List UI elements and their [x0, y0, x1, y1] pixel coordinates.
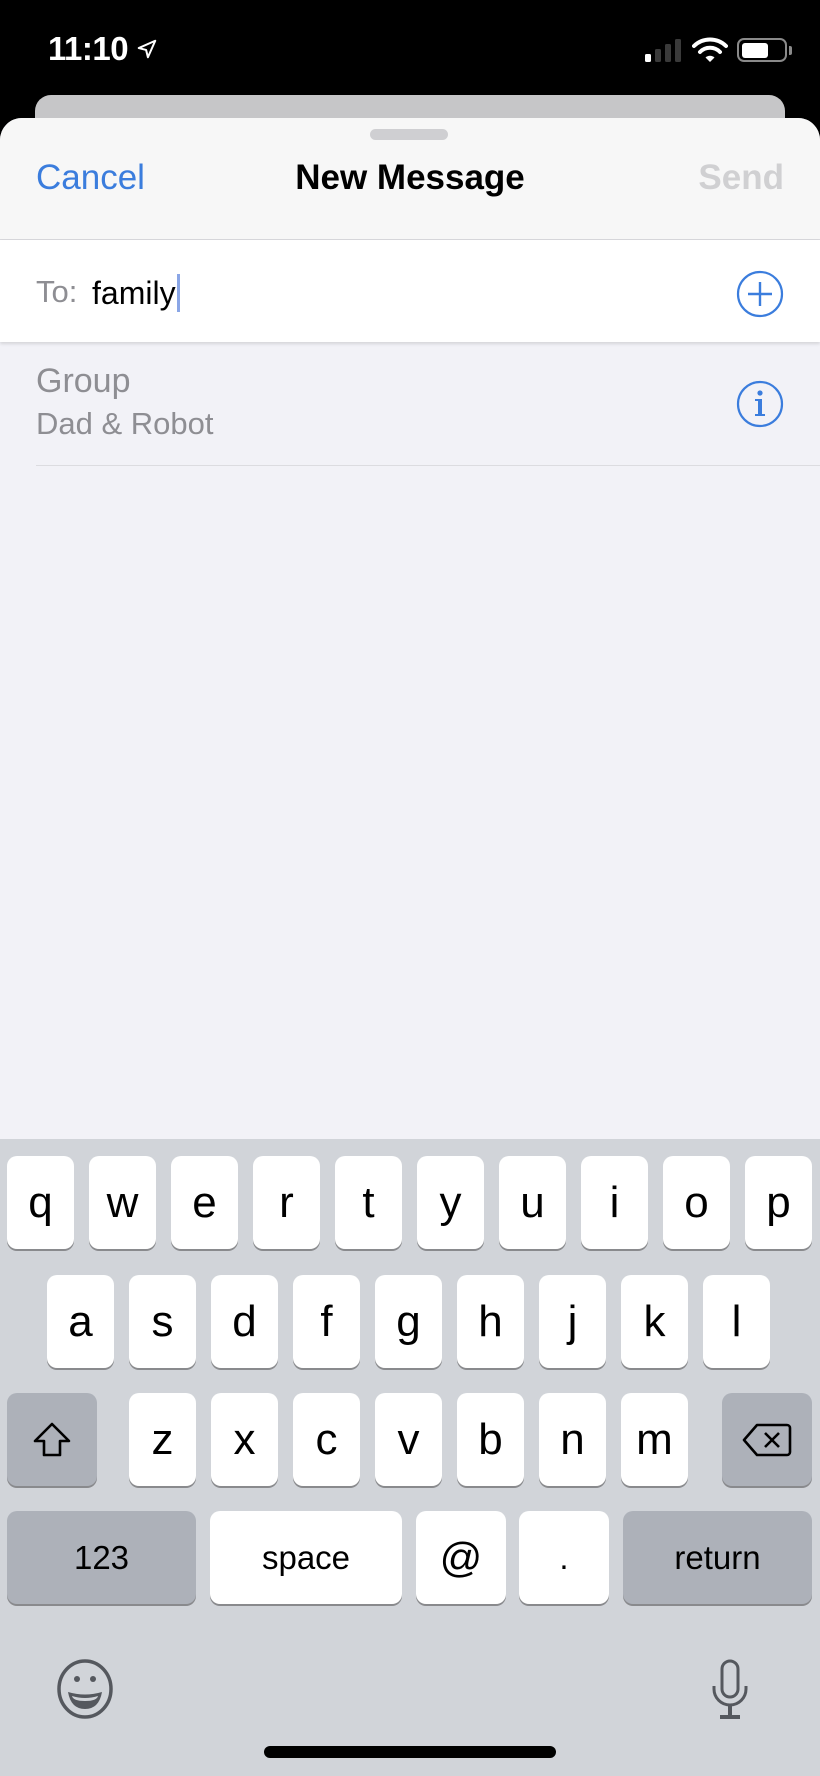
info-circle-icon[interactable] — [736, 380, 784, 428]
cancel-button[interactable]: Cancel — [36, 158, 145, 198]
key-u[interactable]: u — [499, 1156, 566, 1249]
plus-circle-icon[interactable] — [736, 270, 784, 318]
key-x[interactable]: x — [211, 1393, 278, 1486]
shift-key[interactable] — [7, 1393, 97, 1486]
key-k[interactable]: k — [621, 1275, 688, 1368]
time-text: 11:10 — [48, 30, 129, 67]
key-p[interactable]: p — [745, 1156, 812, 1249]
location-arrow-icon — [137, 39, 157, 59]
key-v[interactable]: v — [375, 1393, 442, 1486]
key-b[interactable]: b — [457, 1393, 524, 1486]
shift-icon — [33, 1422, 71, 1456]
contact-suggestion-item[interactable]: Group Dad & Robot — [0, 342, 820, 466]
navigation-bar: Cancel New Message Send — [0, 118, 820, 240]
battery-tip — [789, 46, 792, 55]
to-label: To: — [36, 274, 78, 309]
send-button[interactable]: Send — [698, 158, 784, 198]
return-key[interactable]: return — [623, 1511, 812, 1604]
key-n[interactable]: n — [539, 1393, 606, 1486]
key-m[interactable]: m — [621, 1393, 688, 1486]
key-g[interactable]: g — [375, 1275, 442, 1368]
status-bar: 11:10 — [0, 0, 820, 95]
key-y[interactable]: y — [417, 1156, 484, 1249]
delete-icon — [742, 1423, 792, 1456]
key-t[interactable]: t — [335, 1156, 402, 1249]
status-time: 11:10 — [48, 30, 158, 68]
numbers-key[interactable]: 123 — [7, 1511, 196, 1604]
suggestion-subtitle: Dad & Robot — [36, 406, 214, 441]
key-o[interactable]: o — [663, 1156, 730, 1249]
signal-bar — [665, 44, 671, 62]
keyboard: 123 space @ . return qwertyuiop asdfghjkl… — [0, 1139, 820, 1776]
key-c[interactable]: c — [293, 1393, 360, 1486]
at-key[interactable]: @ — [416, 1511, 506, 1604]
key-d[interactable]: d — [211, 1275, 278, 1368]
key-s[interactable]: s — [129, 1275, 196, 1368]
delete-key[interactable] — [722, 1393, 812, 1486]
sheet-grabber-handle[interactable] — [370, 129, 448, 140]
recipient-field-row: To: family — [0, 240, 820, 342]
key-a[interactable]: a — [47, 1275, 114, 1368]
key-i[interactable]: i — [581, 1156, 648, 1249]
key-r[interactable]: r — [253, 1156, 320, 1249]
emoji-icon[interactable] — [55, 1659, 115, 1719]
key-l[interactable]: l — [703, 1275, 770, 1368]
signal-bar — [655, 49, 661, 62]
key-j[interactable]: j — [539, 1275, 606, 1368]
divider — [36, 465, 820, 466]
wifi-icon — [692, 37, 728, 62]
signal-bar — [645, 54, 651, 62]
battery-icon — [737, 38, 787, 62]
key-e[interactable]: e — [171, 1156, 238, 1249]
key-q[interactable]: q — [7, 1156, 74, 1249]
key-z[interactable]: z — [129, 1393, 196, 1486]
key-h[interactable]: h — [457, 1275, 524, 1368]
signal-bar — [675, 39, 681, 62]
home-indicator[interactable] — [264, 1746, 556, 1758]
key-w[interactable]: w — [89, 1156, 156, 1249]
signal-strength-icon — [645, 38, 681, 62]
microphone-icon[interactable] — [710, 1659, 750, 1721]
suggestion-title: Group — [36, 362, 131, 400]
recipient-input-text: family — [92, 274, 176, 311]
recipient-input[interactable]: family — [92, 274, 180, 312]
period-key[interactable]: . — [519, 1511, 609, 1604]
battery-level — [741, 42, 769, 58]
key-f[interactable]: f — [293, 1275, 360, 1368]
space-key[interactable]: space — [210, 1511, 402, 1604]
text-cursor — [176, 274, 180, 312]
